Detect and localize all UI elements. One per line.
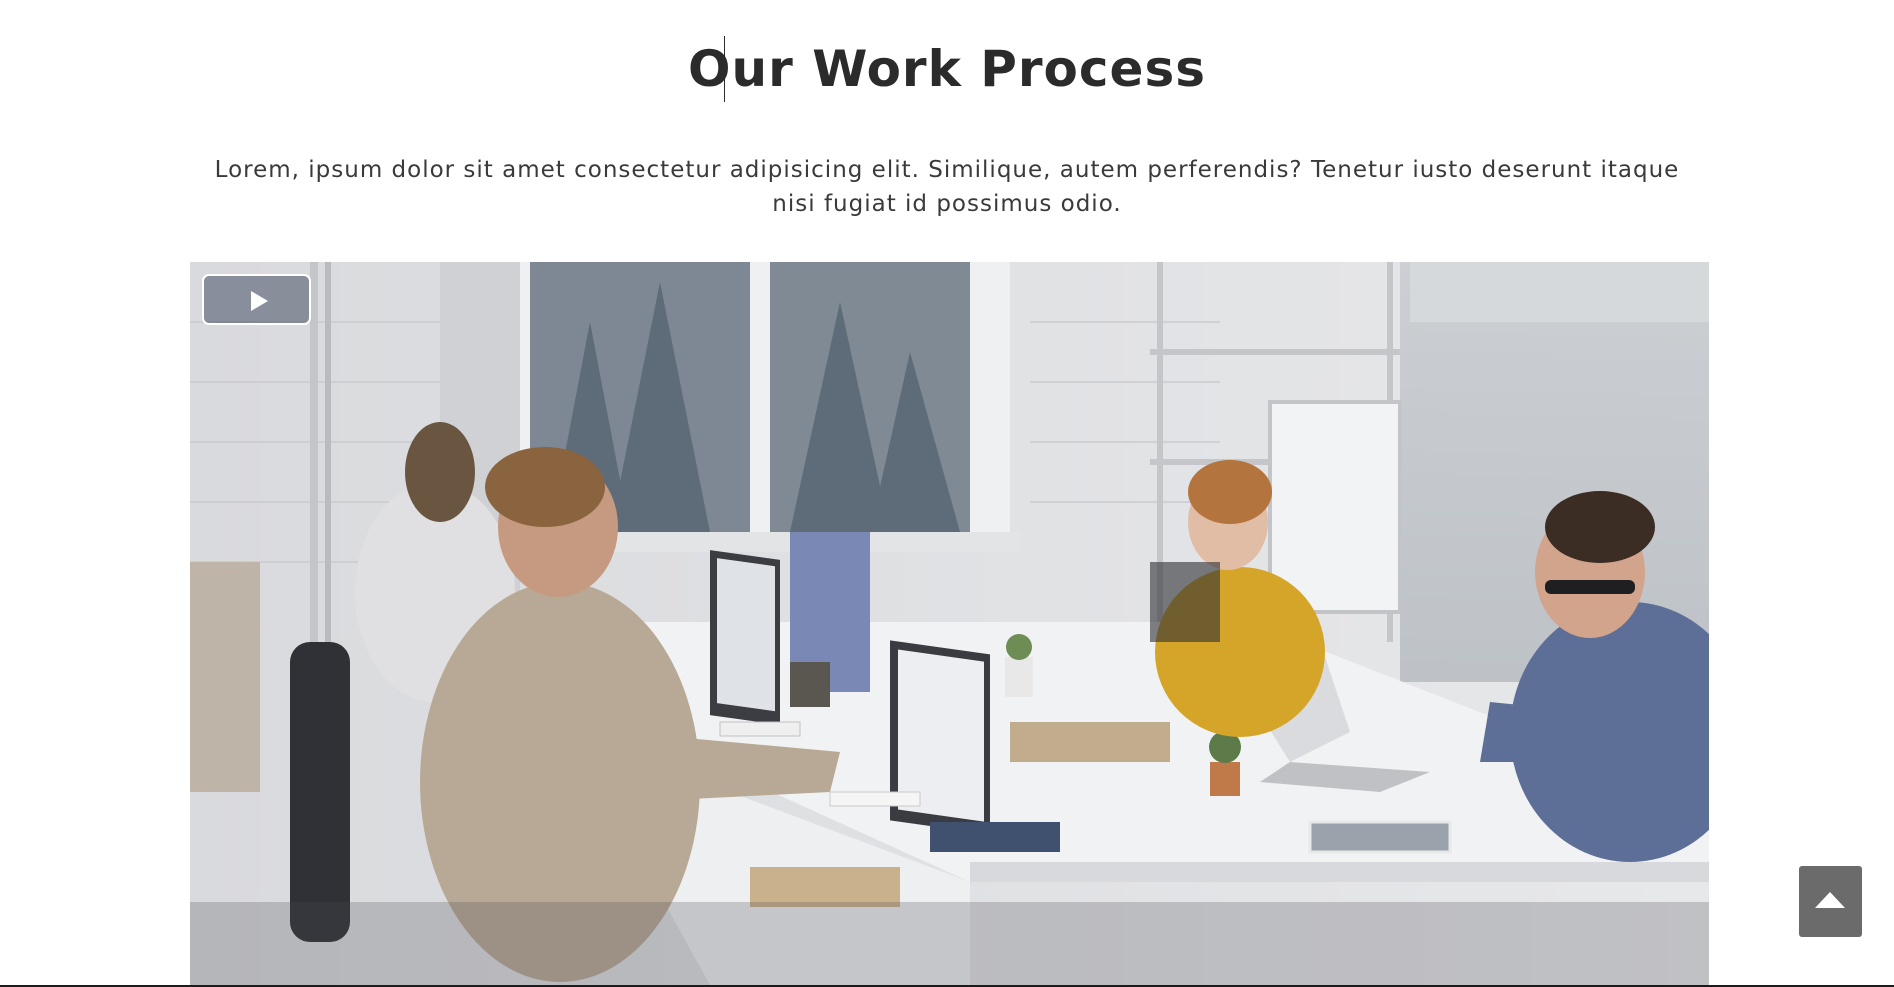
play-button[interactable] — [202, 274, 311, 325]
arrow-up-icon — [1815, 892, 1845, 908]
work-process-video[interactable] — [190, 262, 1709, 985]
back-to-top-button[interactable] — [1799, 866, 1862, 937]
section-title: Our Work Process — [688, 40, 1206, 98]
office-scene-image — [190, 262, 1709, 985]
play-icon — [251, 291, 268, 311]
text-cursor — [724, 36, 725, 102]
section-description: Lorem, ipsum dolor sit amet consectetur … — [214, 157, 1680, 217]
